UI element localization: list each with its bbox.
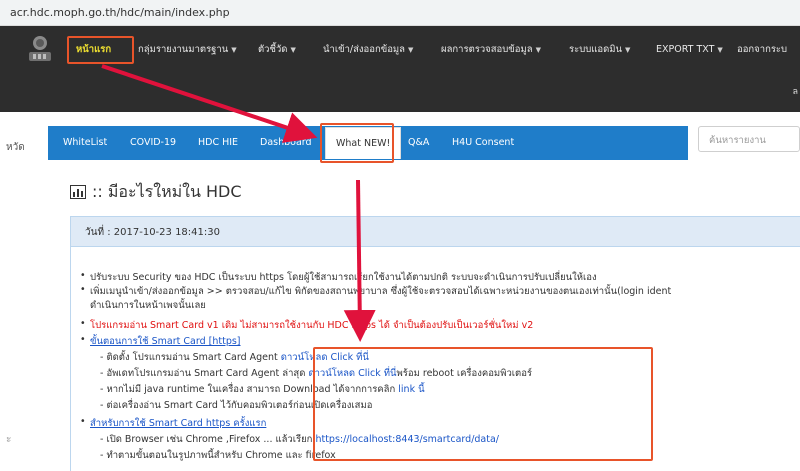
caret-down-icon: ▼: [231, 46, 237, 54]
list-item-warning: โปรแกรมอ่าน Smart Card v1 เดิม ไม่สามารถ…: [80, 318, 533, 333]
menu-export-txt[interactable]: EXPORT TXT ▼: [656, 40, 723, 60]
menu-import-export[interactable]: นำเข้า/ส่งออกข้อมูล ▼: [323, 40, 413, 60]
menu-label: ผลการตรวจสอบข้อมูล: [441, 44, 533, 55]
post-date: วันที่ : 2017-10-23 18:41:30: [85, 227, 220, 238]
caret-down-icon: ▼: [535, 46, 541, 54]
list-item: เพิ่มเมนูนำเข้า/ส่งออกข้อมูล >> ตรวจสอบ/…: [80, 284, 671, 299]
annotation-box-what-new: [320, 123, 394, 163]
subitem-text: - เปิด Browser เช่น Chrome ,Firefox ... …: [100, 434, 316, 445]
menu-label: กลุ่มรายงานมาตรฐาน: [138, 44, 229, 55]
list-subitem: - ทำตามขั้นตอนในรูปภาพนี้สำหรับ Chrome แ…: [100, 450, 336, 461]
first-use-link[interactable]: สำหรับการใช้ Smart Card https ครั้งแรก: [80, 416, 266, 431]
menu-label: EXPORT TXT: [656, 44, 715, 55]
menu-data-check-results[interactable]: ผลการตรวจสอบข้อมูล ▼: [441, 40, 541, 60]
tab-covid-19[interactable]: COVID-19: [130, 126, 176, 160]
search-input[interactable]: ค้นหารายงาน: [698, 126, 800, 152]
annotation-box-download-links: [313, 347, 653, 461]
caret-down-icon: ▼: [408, 46, 414, 54]
list-item: ปรับระบบ Security ของ HDC เป็นระบบ https…: [80, 270, 597, 285]
sidebar-fragment-dot: ะ: [6, 434, 12, 445]
menu-label: นำเข้า/ส่งออกข้อมูล: [323, 44, 405, 55]
page-title: :: มีอะไรใหม่ใน HDC: [70, 180, 242, 205]
tab-dashboard[interactable]: Dashboard: [260, 126, 312, 160]
menu-admin[interactable]: ระบบแอดมิน ▼: [569, 40, 630, 60]
caret-down-icon: ▼: [717, 46, 723, 54]
menu-indicators[interactable]: ตัวชี้วัด ▼: [258, 40, 296, 60]
tab-qa[interactable]: Q&A: [408, 126, 429, 160]
menu-label: ระบบแอดมิน: [569, 44, 623, 55]
tab-whitelist[interactable]: WhiteList: [63, 126, 107, 160]
menu-label: ตัวชี้วัด: [258, 44, 288, 55]
tab-hdc-hie[interactable]: HDC HIE: [198, 126, 238, 160]
browser-address-bar[interactable]: acr.hdc.moph.go.th/hdc/main/index.php: [0, 0, 800, 26]
subitem-text: - ติดตั้ง โปรแกรมอ่าน Smart Card Agent: [100, 352, 281, 363]
smart-card-steps-link[interactable]: ขั้นตอนการใช้ Smart Card [https]: [80, 334, 240, 349]
annotation-box-home: [67, 36, 134, 64]
tab-h4u-consent[interactable]: H4U Consent: [452, 126, 514, 160]
navbar-edge-text: ล: [792, 87, 798, 97]
panel-header: วันที่ : 2017-10-23 18:41:30: [71, 217, 800, 247]
caret-down-icon: ▼: [625, 46, 631, 54]
url-text[interactable]: acr.hdc.moph.go.th/hdc/main/index.php: [10, 6, 230, 19]
caret-down-icon: ▼: [290, 46, 296, 54]
hdc-logo-icon[interactable]: [26, 34, 54, 64]
list-item-continued: ดำเนินการในหน้าเพจนั้นเลย: [90, 300, 206, 311]
menu-label: ออกจากระบ: [737, 44, 788, 55]
bar-chart-icon: [70, 185, 86, 199]
screenshot-stage: acr.hdc.moph.go.th/hdc/main/index.php หน…: [0, 0, 800, 471]
subitem-text: - อัพเดทโปรแกรมอ่าน Smart Card Agent ล่า…: [100, 368, 309, 379]
page-title-text: :: มีอะไรใหม่ใน HDC: [92, 182, 242, 201]
menu-standard-reports[interactable]: กลุ่มรายงานมาตรฐาน ▼: [138, 40, 237, 60]
menu-logout[interactable]: ออกจากระบ: [737, 40, 787, 60]
sidebar-fragment-text: หวัด: [6, 142, 25, 153]
